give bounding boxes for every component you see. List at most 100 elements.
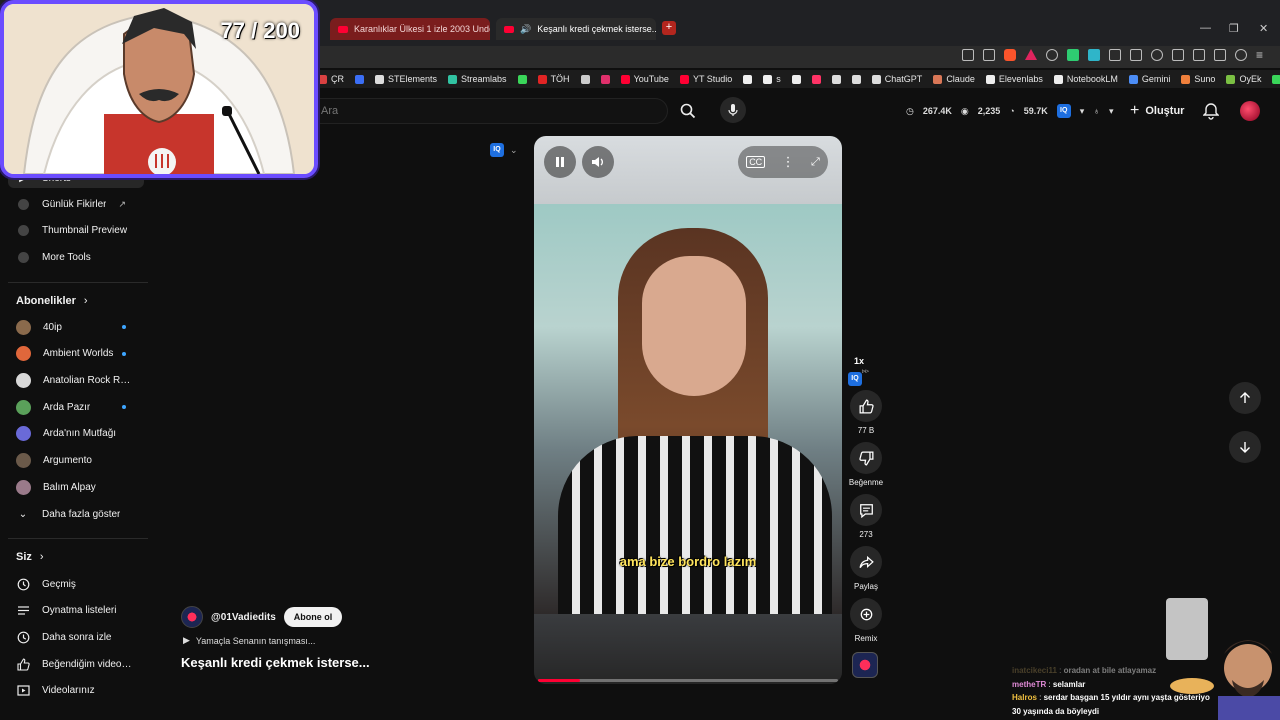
vidiq-icon[interactable]: IQ	[848, 372, 862, 386]
bookmark-item[interactable]: Elevenlabs	[985, 74, 1043, 84]
channel-name[interactable]: @01Vadiedits	[211, 612, 276, 623]
account-avatar[interactable]	[1240, 101, 1260, 121]
bookmark-favicon-icon	[679, 74, 689, 84]
music-row[interactable]: ▶ Yamaçla Senanın tanışması...	[183, 635, 315, 646]
shield-icon[interactable]	[1235, 49, 1247, 61]
remix-button[interactable]	[850, 598, 882, 630]
bookmark-item[interactable]: YouTube	[620, 74, 669, 84]
you-heading[interactable]: Siz ›	[16, 551, 44, 563]
sidebar-item-watch-later[interactable]: Daha sonra izle	[16, 627, 146, 647]
share-button[interactable]	[850, 546, 882, 578]
more-options-icon[interactable]: ⋮	[782, 154, 795, 170]
bookmark-item[interactable]	[791, 74, 801, 84]
notifications-button[interactable]	[1202, 102, 1220, 125]
trophy-icon[interactable]: ♁	[1093, 106, 1100, 116]
bookmark-item[interactable]	[355, 74, 364, 84]
ai-icon[interactable]	[1214, 49, 1226, 61]
maximize-icon[interactable]: ❐	[1229, 22, 1239, 35]
search-button[interactable]	[670, 98, 706, 124]
volume-button[interactable]	[582, 146, 614, 178]
sidebar-item-history[interactable]: Geçmiş	[16, 574, 146, 594]
vidiq-icon[interactable]: IQ	[1056, 104, 1071, 118]
progress-bar[interactable]	[538, 679, 838, 682]
bookmark-item[interactable]: Claude	[933, 74, 975, 84]
bookmark-item[interactable]	[743, 74, 753, 84]
like-count: 77 B	[857, 426, 875, 435]
chevron-down-icon[interactable]: ▾	[1109, 106, 1114, 117]
sidebar-item-liked-videos[interactable]: Beğendiğim videolar	[16, 654, 146, 674]
bookmark-item[interactable]: OyEk	[1226, 74, 1261, 84]
bookmark-item[interactable]	[580, 74, 590, 84]
bookmark-item[interactable]: ÇR	[318, 74, 344, 84]
sidebar-subscription-item[interactable]: Arda Pazır	[16, 397, 146, 417]
playback-speed[interactable]: 1x	[854, 356, 864, 366]
vidiq-player-badge[interactable]: IQ ⌄	[490, 143, 518, 157]
like-button[interactable]	[850, 390, 882, 422]
show-more-button[interactable]: ⌄ Daha fazla göster	[16, 504, 146, 524]
bookmark-item[interactable]	[517, 74, 527, 84]
sidebar-item-playlists[interactable]: Oynatma listeleri	[16, 600, 146, 620]
dislike-button[interactable]	[850, 442, 882, 474]
share-icon[interactable]	[983, 49, 995, 61]
channel-avatar-small[interactable]	[852, 652, 878, 678]
sidebar-item-label: Günlük Fikirler	[42, 198, 107, 210]
voice-search-button[interactable]	[720, 97, 746, 123]
sidebar-subscription-item[interactable]: 40ip	[16, 317, 146, 337]
sidebar-item-more-tools[interactable]: More Tools	[16, 247, 146, 267]
new-tab-button[interactable]: +	[662, 21, 676, 35]
previous-short-button[interactable]	[1229, 382, 1261, 414]
sidebar-subscription-item[interactable]: Arda'nın Mutfağı	[16, 424, 146, 444]
extension-icon[interactable]	[1046, 49, 1058, 61]
subscribe-button[interactable]: Abone ol	[283, 607, 343, 627]
tab-current-short[interactable]: 🔊 Keşanlı kredi çekmek isterse... ✕	[496, 18, 656, 40]
bookmark-item[interactable]: YT Studio	[679, 74, 732, 84]
sidebar-item-your-videos[interactable]: Videolarınız	[16, 680, 146, 700]
sidebar-subscription-item[interactable]: Anatolian Rock Rev...	[16, 370, 146, 390]
minimize-icon[interactable]: —	[1200, 22, 1211, 34]
bookmark-item[interactable]: Gemini	[1128, 74, 1170, 84]
extension-icon[interactable]	[1067, 49, 1079, 61]
extension-icon[interactable]	[1130, 49, 1142, 61]
bookmark-item[interactable]: ChatGPT	[871, 74, 922, 84]
sidebar-subscription-item[interactable]: Balım Alpay	[16, 477, 146, 497]
bookmark-item[interactable]	[811, 74, 821, 84]
captions-icon[interactable]: CC	[746, 156, 766, 168]
fullscreen-icon[interactable]: ⤢	[811, 156, 820, 169]
sidebar-subscription-item[interactable]: Ambient Worlds	[16, 344, 146, 364]
brave-shield-icon[interactable]	[1004, 49, 1016, 61]
wallet-icon[interactable]	[1193, 49, 1205, 61]
open-in-app-icon[interactable]	[962, 49, 974, 61]
subscriptions-heading[interactable]: Abonelikler ›	[16, 295, 88, 307]
music-icon[interactable]	[1151, 49, 1163, 61]
next-short-button[interactable]	[1229, 431, 1261, 463]
search-box[interactable]	[312, 98, 668, 124]
bookmark-item[interactable]: STElements	[375, 74, 437, 84]
sidebar-icon[interactable]	[1172, 49, 1184, 61]
sidebar-item-thumbnail-preview[interactable]: Thumbnail Preview	[16, 220, 146, 240]
sidebar-item-daily-ideas[interactable]: Günlük Fikirler ↗	[16, 194, 146, 214]
bookmark-item[interactable]: Suno	[1181, 74, 1215, 84]
tab-karanliklar[interactable]: Karanlıklar Ülkesi 1 izle 2003 Underw	[330, 18, 490, 40]
search-input[interactable]	[313, 99, 613, 123]
pause-button[interactable]	[544, 146, 576, 178]
close-window-icon[interactable]: ✕	[1259, 22, 1268, 35]
shorts-player[interactable]: CC ⋮ ⤢ ama bize bordro lazım	[534, 136, 842, 684]
bookmark-item[interactable]	[831, 74, 841, 84]
bookmark-item[interactable]: TÖH	[537, 74, 570, 84]
bookmark-item[interactable]	[600, 74, 610, 84]
menu-icon[interactable]: ≡	[1256, 49, 1268, 61]
bookmark-item[interactable]	[1272, 74, 1280, 84]
rewards-icon[interactable]	[1025, 49, 1037, 60]
bookmark-item[interactable]: NotebookLM	[1053, 74, 1118, 84]
puzzle-icon[interactable]	[1109, 49, 1121, 61]
short-title: Keşanlı kredi çekmek isterse...	[181, 655, 370, 670]
bookmark-item[interactable]: Streamlabs	[448, 74, 507, 84]
chevron-down-icon[interactable]: ▾	[1080, 106, 1085, 117]
bookmark-item[interactable]: s	[763, 74, 781, 84]
comments-button[interactable]	[850, 494, 882, 526]
extension-icon[interactable]	[1088, 49, 1100, 61]
create-button[interactable]: + Oluştur	[1130, 102, 1184, 120]
bookmark-item[interactable]	[851, 74, 861, 84]
sidebar-subscription-item[interactable]: Argumento	[16, 451, 146, 471]
channel-avatar[interactable]	[181, 606, 203, 628]
